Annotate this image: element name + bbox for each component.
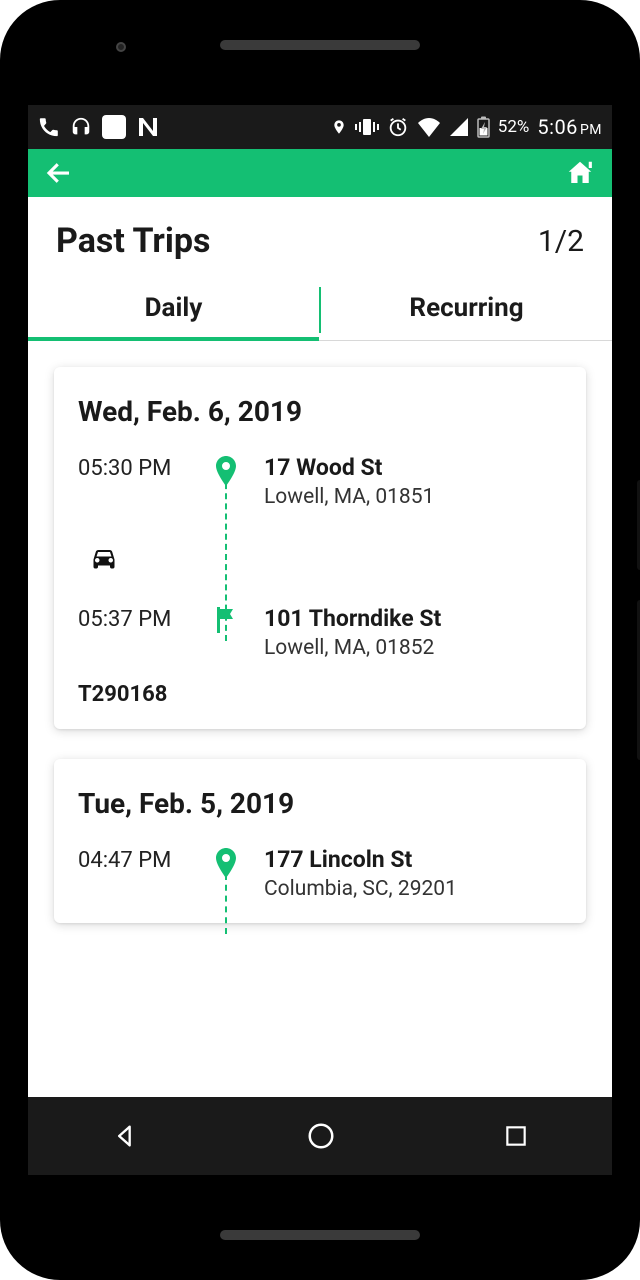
n-icon (136, 116, 160, 138)
nav-recents-button[interactable] (503, 1123, 529, 1149)
page-title: Past Trips (56, 221, 210, 261)
battery-icon (477, 116, 490, 138)
battery-percent: 52% (498, 117, 530, 137)
trip-card[interactable]: Tue, Feb. 5, 2019 04:47 PM 177 Lincoln S… (54, 759, 586, 923)
route-line (225, 874, 227, 934)
end-address: 101 Thorndike St (264, 605, 562, 632)
screen: 52% 5:06PM Past Trips 1/2 Daily Recurrin… (28, 105, 612, 1175)
status-bar: 52% 5:06PM (28, 105, 612, 149)
trip-connector (78, 509, 562, 605)
headset-icon (70, 116, 92, 138)
tab-recurring[interactable]: Recurring (321, 279, 612, 340)
nav-bar (28, 1097, 612, 1175)
alarm-icon (387, 116, 409, 138)
car-icon (86, 540, 122, 574)
speaker-bottom (220, 1230, 420, 1240)
start-city: Lowell, MA, 01851 (264, 485, 562, 509)
status-time: 5:06PM (537, 115, 602, 139)
wifi-icon (417, 117, 441, 137)
tabs: Daily Recurring (28, 279, 612, 341)
home-button[interactable] (564, 158, 596, 188)
location-icon (331, 116, 347, 138)
back-button[interactable] (44, 158, 74, 188)
app-indicator-icon (102, 115, 126, 139)
front-camera (116, 42, 126, 52)
trip-card[interactable]: Wed, Feb. 6, 2019 05:30 PM 17 Wood St Lo… (54, 367, 586, 729)
app-bar (28, 149, 612, 197)
start-address: 177 Lincoln St (264, 846, 562, 873)
flag-end-icon (214, 607, 238, 660)
vibrate-icon (355, 117, 379, 137)
start-city: Columbia, SC, 29201 (264, 877, 562, 901)
trip-end-row: 05:37 PM 101 Thorndike St Lowell, MA, 01… (78, 605, 562, 660)
title-row: Past Trips 1/2 (28, 197, 612, 279)
phone-frame: 52% 5:06PM Past Trips 1/2 Daily Recurrin… (0, 0, 640, 1280)
trip-start-row: 05:30 PM 17 Wood St Lowell, MA, 01851 (78, 454, 562, 509)
trip-start-row: 04:47 PM 177 Lincoln St Columbia, SC, 29… (78, 846, 562, 901)
trip-list[interactable]: Wed, Feb. 6, 2019 05:30 PM 17 Wood St Lo… (28, 341, 612, 1097)
nav-home-button[interactable] (306, 1121, 336, 1151)
start-time: 04:47 PM (78, 846, 188, 901)
start-address: 17 Wood St (264, 454, 562, 481)
signal-icon (449, 117, 469, 137)
pager: 1/2 (538, 224, 584, 259)
trip-date: Wed, Feb. 6, 2019 (78, 395, 562, 428)
end-time: 05:37 PM (78, 605, 188, 660)
start-time: 05:30 PM (78, 454, 188, 509)
tab-daily[interactable]: Daily (28, 279, 319, 341)
end-city: Lowell, MA, 01852 (264, 636, 562, 660)
trip-id: T290168 (78, 682, 562, 707)
trip-date: Tue, Feb. 5, 2019 (78, 787, 562, 820)
phone-icon (38, 116, 60, 138)
speaker-top (220, 40, 420, 50)
nav-back-button[interactable] (111, 1122, 139, 1150)
